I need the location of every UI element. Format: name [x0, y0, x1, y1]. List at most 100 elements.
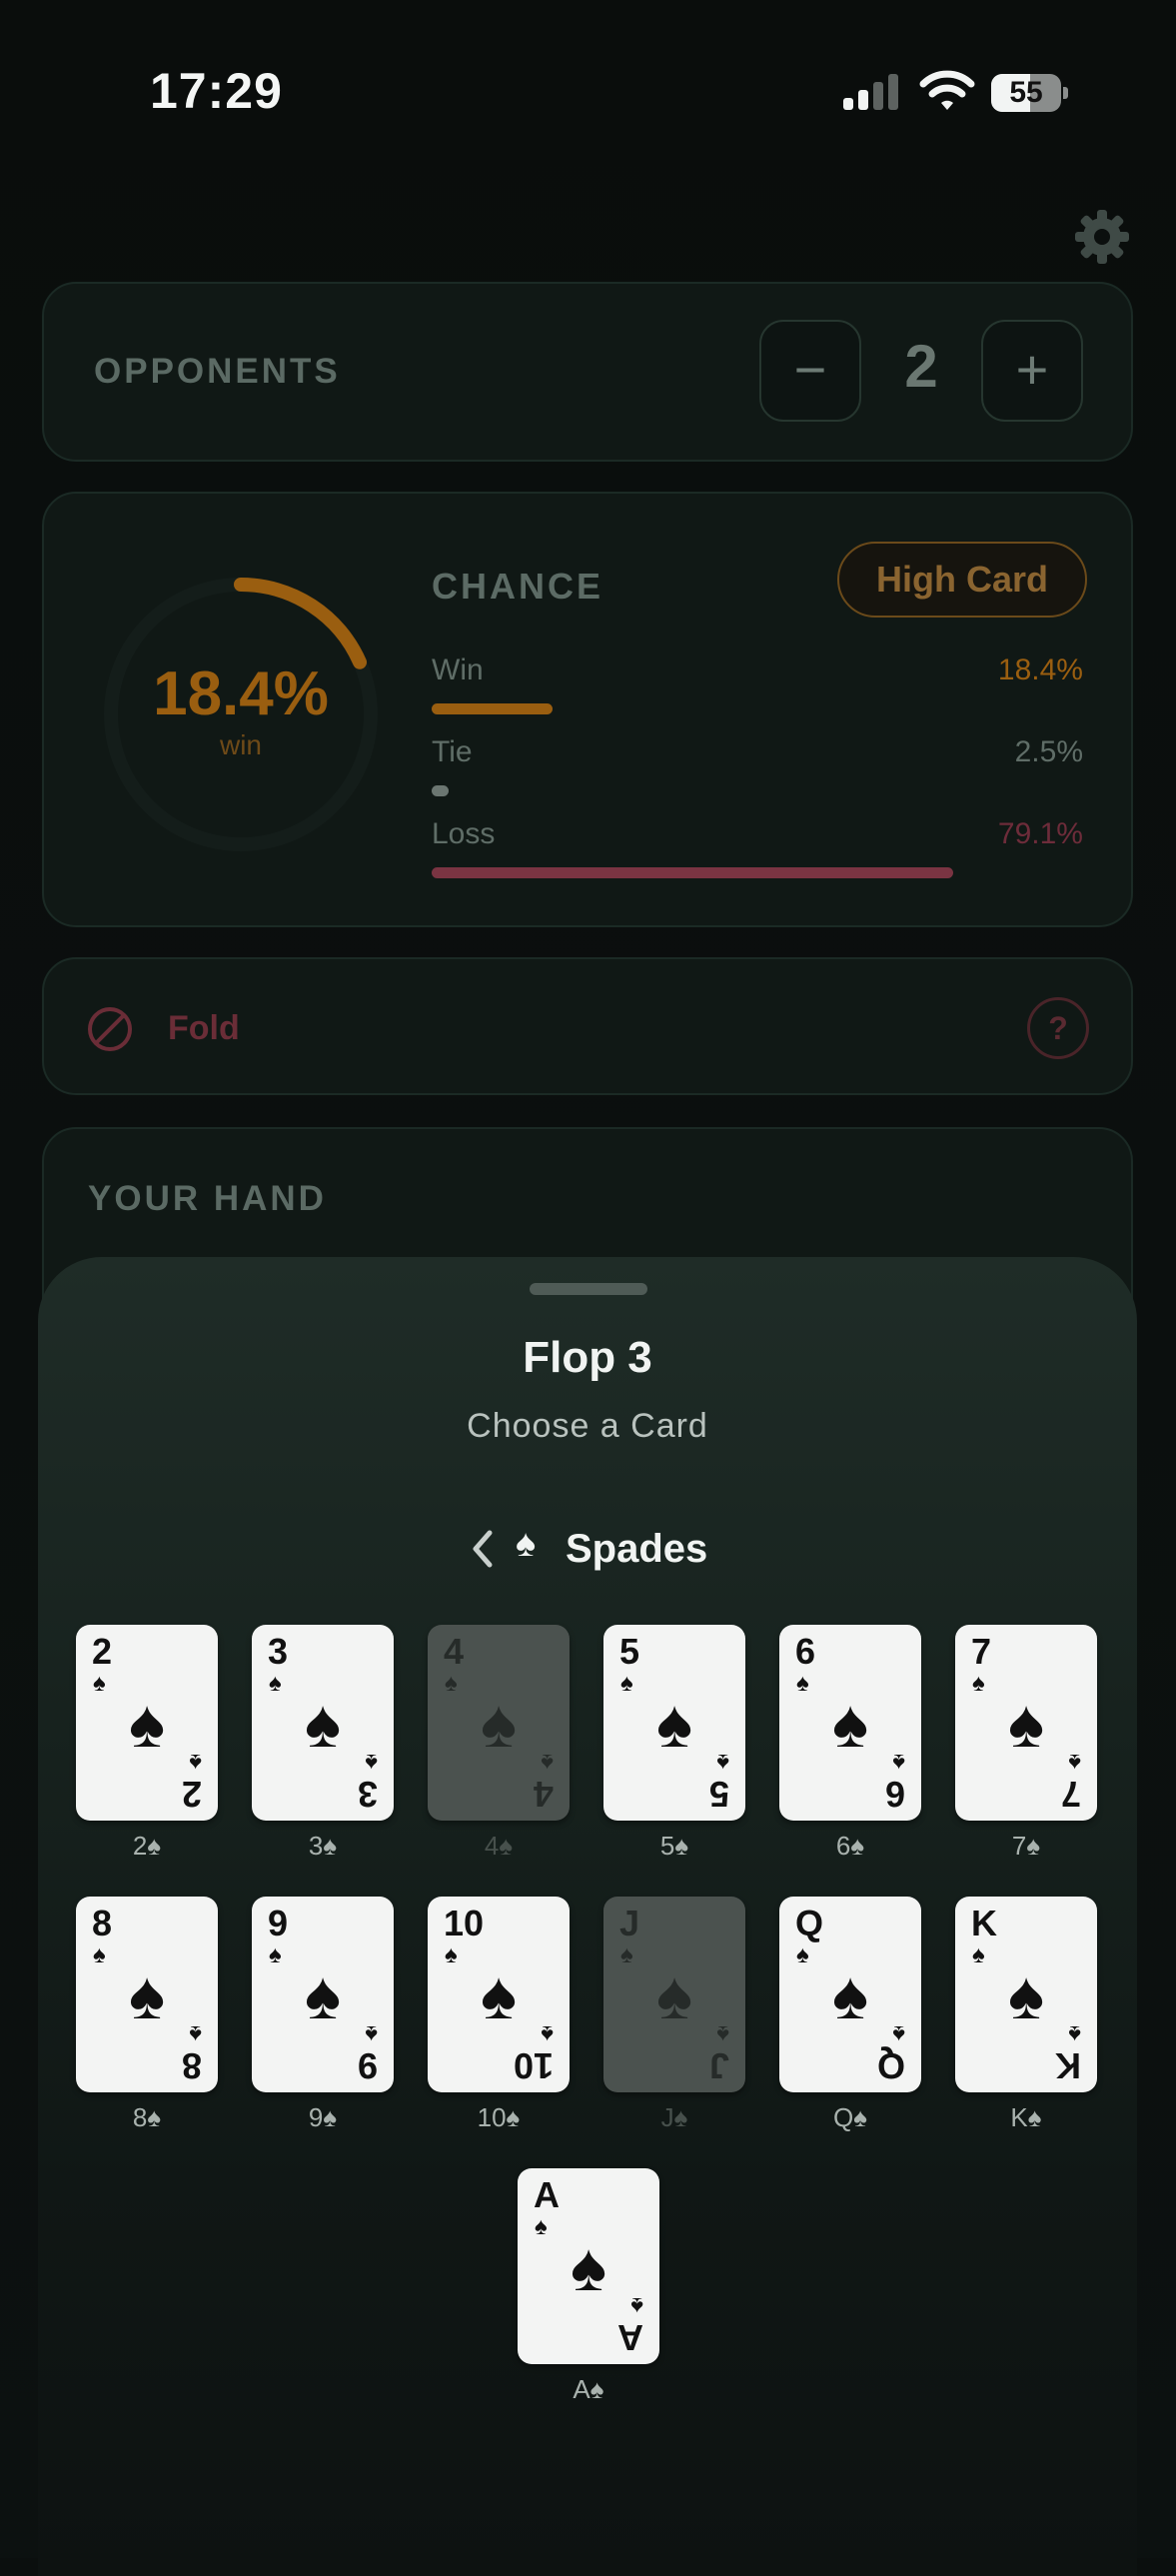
- card-suit-small: ♠: [716, 1749, 729, 1776]
- card-rank: 3: [268, 1631, 289, 1672]
- card-picker-sheet: Flop 3 Choose a Card ♠ Spades 2 ♠ ♠ 2 ♠ 2♠ 3 ♠ ♠…: [38, 1257, 1137, 2576]
- card-suit-small: ♠: [189, 1749, 202, 1776]
- card-rank: J: [708, 2045, 729, 2086]
- status-time: 17:29: [150, 63, 283, 119]
- minus-icon: −: [793, 338, 827, 401]
- question-icon: ?: [1048, 1010, 1068, 1046]
- playing-card[interactable]: 10 ♠ ♠ 10 ♠: [428, 1897, 570, 2092]
- card-suit-small: ♠: [541, 2020, 554, 2047]
- playing-card[interactable]: 3 ♠ ♠ 3 ♠: [252, 1625, 394, 1821]
- card-rank: 4: [444, 1631, 465, 1672]
- loss-label: Loss: [432, 817, 496, 850]
- win-caption: win: [219, 729, 262, 760]
- card-suit-small: ♠: [365, 1749, 378, 1776]
- card-corner-bottom: J ♠: [709, 2020, 729, 2086]
- card-caption: 7♠: [1011, 1831, 1041, 1861]
- sheet-title: Flop 3: [523, 1333, 652, 1382]
- gear-icon[interactable]: [1073, 208, 1131, 266]
- playing-card[interactable]: 8 ♠ ♠ 8 ♠: [76, 1897, 218, 2092]
- card-suit-small: ♠: [716, 2020, 729, 2047]
- card-suit-small: ♠: [1068, 2020, 1081, 2047]
- card-caption: A♠: [573, 2374, 604, 2404]
- battery-level: 55: [1009, 76, 1043, 109]
- card-rank: 6: [884, 1774, 905, 1815]
- card-suit-small: ♠: [541, 1749, 554, 1776]
- card-suit-small: ♠: [1068, 1749, 1081, 1776]
- card-caption: J♠: [660, 2102, 688, 2132]
- card-corner-bottom: 4 ♠: [534, 1749, 554, 1815]
- card-corner-bottom: A ♠: [617, 2292, 643, 2358]
- card-suit-small: ♠: [365, 2020, 378, 2047]
- win-bar: [432, 703, 554, 714]
- chevron-left-icon[interactable]: [462, 1519, 502, 1579]
- your-hand-label: YOUR HAND: [88, 1179, 327, 1218]
- opponents-count: 2: [904, 333, 938, 400]
- advice-action: Fold: [168, 1009, 240, 1047]
- opponents-panel: OPPONENTS − 2 +: [42, 282, 1133, 462]
- playing-card[interactable]: 7 ♠ ♠ 7 ♠: [955, 1625, 1097, 1821]
- card-rank: K: [1055, 2045, 1081, 2086]
- card-rank: K: [971, 1903, 997, 1943]
- card-caption: K♠: [1010, 2102, 1042, 2132]
- spade-icon: ♠: [516, 1523, 537, 1565]
- hand-type-badge: High Card: [837, 542, 1087, 618]
- card-caption: 8♠: [132, 2102, 162, 2132]
- card-rank: Q: [876, 2045, 905, 2086]
- card-caption: 4♠: [484, 1831, 514, 1861]
- card-rank: A: [617, 2317, 643, 2358]
- battery-icon: 55: [991, 74, 1071, 114]
- sheet-grabber[interactable]: [530, 1283, 647, 1295]
- hand-type-label: High Card: [875, 559, 1048, 600]
- card-suit-small: ♠: [189, 2020, 202, 2047]
- card-rank: 9: [357, 2045, 378, 2086]
- card-corner-bottom: 3 ♠: [358, 1749, 378, 1815]
- playing-card[interactable]: 6 ♠ ♠ 6 ♠: [779, 1625, 921, 1821]
- playing-card[interactable]: 9 ♠ ♠ 9 ♠: [252, 1897, 394, 2092]
- card-rank: A: [534, 2174, 560, 2215]
- card-rank: 10: [513, 2045, 554, 2086]
- card-caption: Q♠: [832, 2102, 868, 2132]
- tie-label: Tie: [432, 735, 473, 768]
- card-corner-bottom: 6 ♠: [885, 1749, 905, 1815]
- win-value: 18.4%: [997, 653, 1083, 686]
- opponents-label: OPPONENTS: [94, 352, 341, 391]
- playing-card[interactable]: 5 ♠ ♠ 5 ♠: [603, 1625, 745, 1821]
- status-bar: 17:29 55: [0, 0, 1176, 190]
- playing-card[interactable]: 2 ♠ ♠ 2 ♠: [76, 1625, 218, 1821]
- help-button[interactable]: ?: [1027, 997, 1089, 1059]
- tie-bar: [432, 785, 449, 796]
- card-caption: 3♠: [308, 1831, 338, 1861]
- playing-card[interactable]: A ♠ ♠ A ♠: [518, 2168, 659, 2364]
- playing-card[interactable]: Q ♠ ♠ Q ♠: [779, 1897, 921, 2092]
- card-rank: 7: [1060, 1774, 1081, 1815]
- card-suit-small: ♠: [630, 2292, 643, 2319]
- sheet-subtitle: Choose a Card: [467, 1407, 708, 1445]
- suit-navigation: ♠ Spades: [38, 1519, 1137, 1579]
- win-percent-large: 18.4%: [153, 659, 329, 728]
- card-rank: 2: [181, 1774, 202, 1815]
- playing-card[interactable]: K ♠ ♠ K ♠: [955, 1897, 1097, 2092]
- card-corner-bottom: 5 ♠: [709, 1749, 729, 1815]
- decrease-opponents-button[interactable]: −: [759, 320, 861, 422]
- card-rank: 7: [971, 1631, 992, 1672]
- card-corner-bottom: 9 ♠: [358, 2020, 378, 2086]
- card-rank: J: [619, 1903, 640, 1943]
- advice-panel: Fold ?: [42, 957, 1133, 1095]
- card-rank: 3: [357, 1774, 378, 1815]
- card-rank: 2: [92, 1631, 113, 1672]
- card-caption: 5♠: [659, 1831, 689, 1861]
- card-rank: 5: [619, 1631, 640, 1672]
- card-rank: 5: [708, 1774, 729, 1815]
- prohibit-icon: [88, 1007, 132, 1051]
- playing-card: 4 ♠ ♠ 4 ♠: [428, 1625, 570, 1821]
- cellular-signal-icon: [843, 74, 898, 110]
- suit-name: Spades: [566, 1527, 708, 1571]
- card-rank: 6: [795, 1631, 816, 1672]
- card-caption: 10♠: [477, 2102, 521, 2132]
- card-corner-bottom: Q ♠: [877, 2020, 905, 2086]
- loss-bar: [432, 867, 954, 878]
- card-corner-bottom: 7 ♠: [1061, 1749, 1081, 1815]
- card-corner-bottom: K ♠: [1055, 2020, 1081, 2086]
- card-rank: 8: [181, 2045, 202, 2086]
- increase-opponents-button[interactable]: +: [981, 320, 1083, 422]
